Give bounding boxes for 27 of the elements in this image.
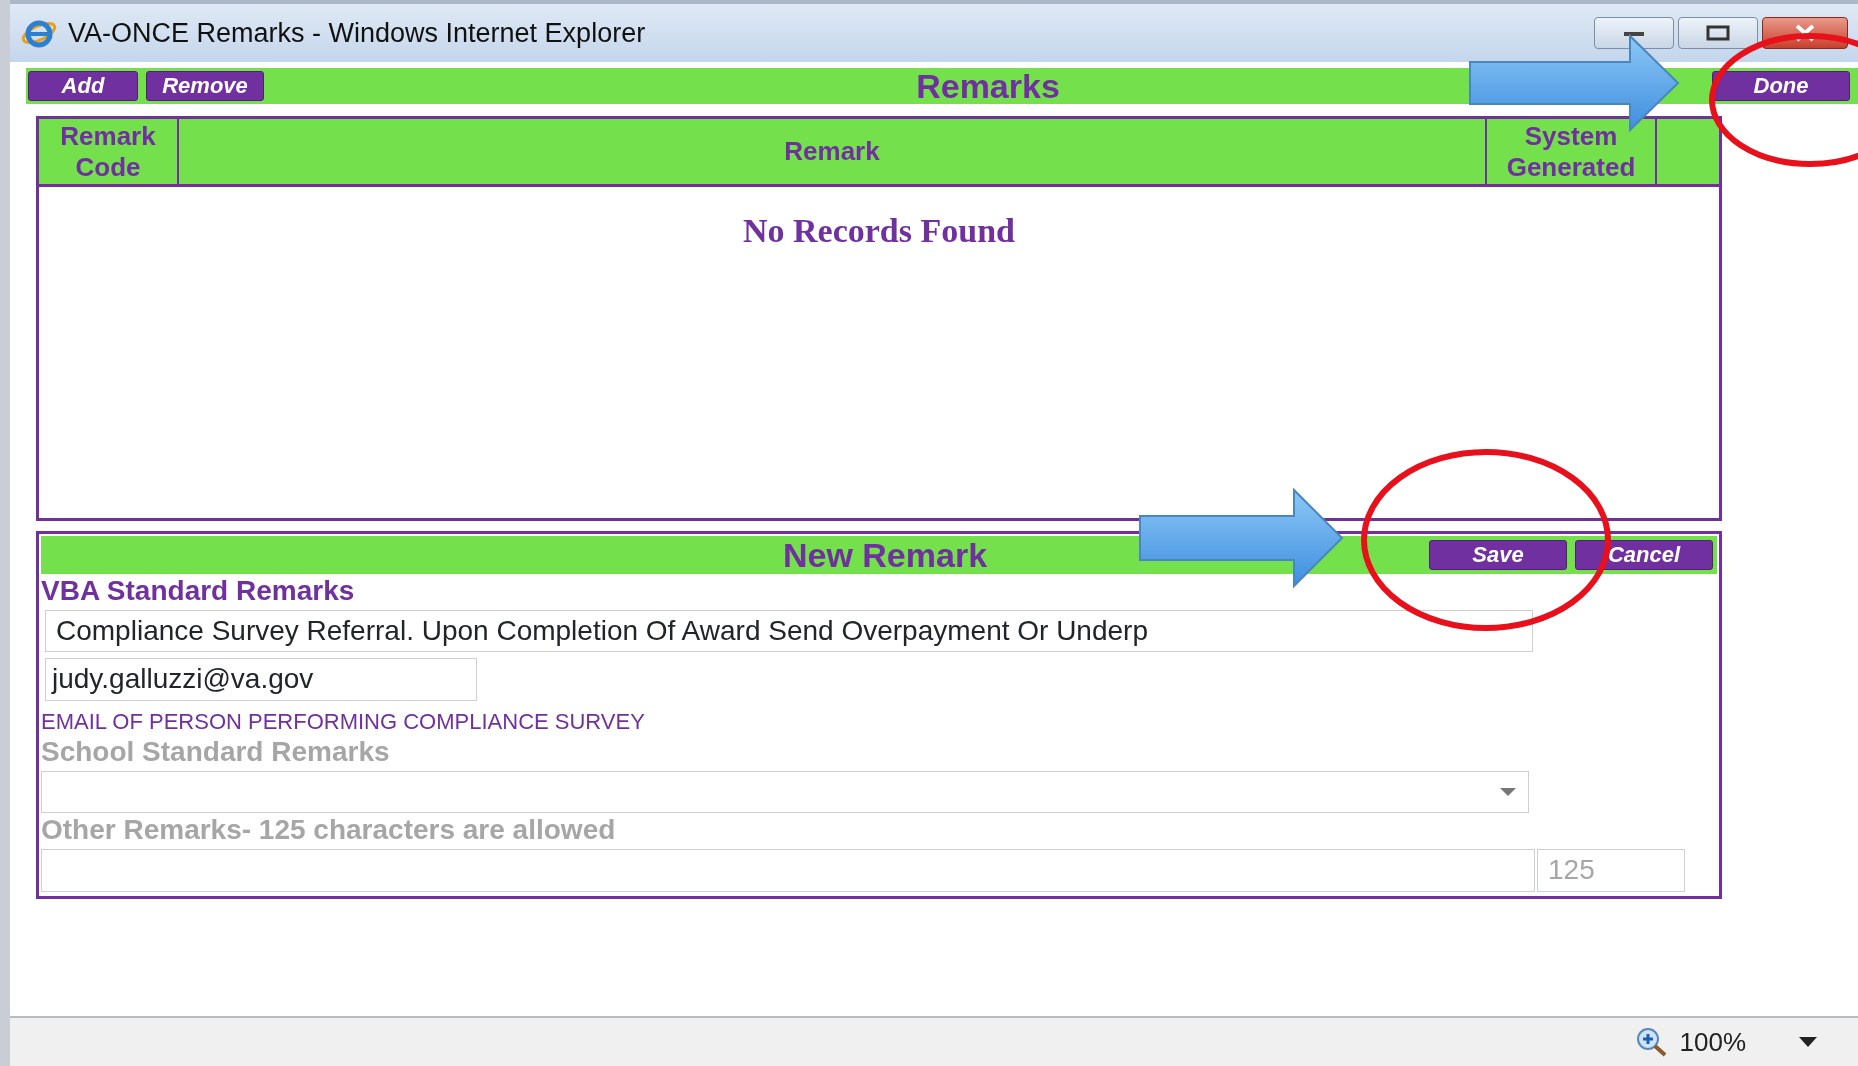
toolbar-button[interactable]: Remove [146,71,264,101]
close-icon [1793,24,1817,42]
toolbar-button[interactable]: Add [28,71,138,101]
field-label: School Standard Remarks [41,736,391,767]
dropdown-value: Compliance Survey Referral. Upon Completion Of Award Send Overpayment Or Underp [56,613,1148,648]
done-button[interactable]: Done [1712,71,1850,101]
form-button[interactable]: Cancel [1575,539,1713,570]
column-header: Remark [179,119,1487,184]
form-button[interactable]: Save [1429,539,1567,570]
window-title: VA-ONCE Remarks - Windows Internet Explorer [68,16,647,50]
dropdown-caret-icon [1498,785,1518,798]
zoom-level[interactable]: 100% [1679,1022,1746,1062]
maximize-button[interactable] [1678,17,1758,49]
field-label: Other Remarks- 125 characters are allowed [41,815,617,845]
character-counter: 125 [1537,849,1685,892]
empty-message: No Records Found [742,211,1016,251]
panel-title: New Remark [781,536,989,573]
dropdown-caret-icon[interactable] [1798,1036,1818,1048]
minimize-button[interactable] [1594,17,1674,49]
email-field[interactable]: judy.galluzzi@va.gov [45,658,477,701]
remark-dropdown[interactable]: Compliance Survey Referral. Upon Completion Of Award Send Overpayment Or Underp [45,609,1533,652]
column-header: Remark Code [39,119,179,184]
field-label: VBA Standard Remarks [41,575,356,606]
zoom-icon[interactable] [1635,1027,1668,1057]
field-caption: EMAIL OF PERSON PERFORMING COMPLIANCE SURVEY [41,708,646,735]
maximize-icon [1706,25,1730,41]
panel-title: Remarks [915,68,1061,104]
